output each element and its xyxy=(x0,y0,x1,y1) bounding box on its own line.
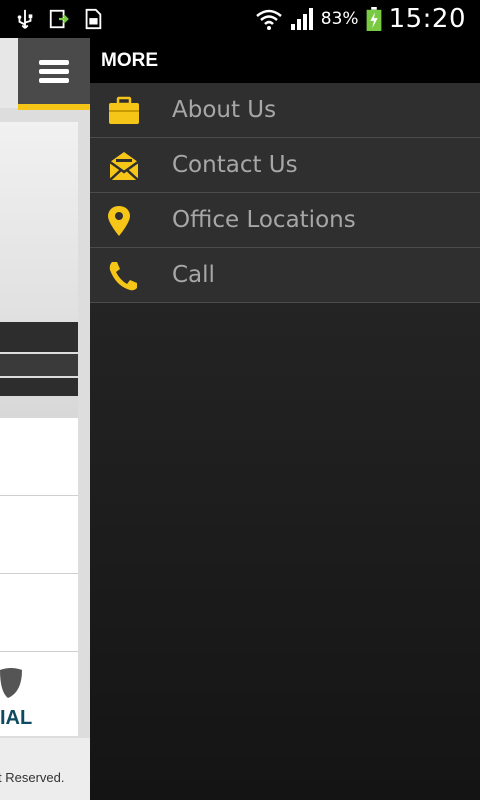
briefcase-icon xyxy=(109,96,139,124)
menu-item-label: Office Locations xyxy=(172,207,356,233)
menu-item-contact-us[interactable]: Contact Us xyxy=(90,138,480,193)
banner-image xyxy=(0,122,78,418)
envelope-icon xyxy=(109,152,139,181)
device-image xyxy=(0,354,78,376)
phone-icon xyxy=(109,262,137,291)
menu-item-about-us[interactable]: About Us xyxy=(90,83,480,138)
device-image xyxy=(0,378,78,396)
location-pin-icon xyxy=(108,206,130,236)
menu-item-label: Call xyxy=(172,262,215,288)
usb-icon xyxy=(17,9,33,29)
status-bar: 83% 15:20 xyxy=(0,0,480,38)
clock: 15:20 xyxy=(388,4,466,34)
sim-icon xyxy=(85,8,102,30)
battery-percent: 83% xyxy=(320,9,359,29)
list-item[interactable] xyxy=(0,496,78,574)
wifi-icon xyxy=(255,9,282,30)
signal-icon xyxy=(290,8,313,30)
background-page: IAL t Reserved. xyxy=(0,38,90,800)
device-image xyxy=(0,322,78,352)
battery-charging-icon xyxy=(366,7,381,31)
mask-icon xyxy=(0,668,22,698)
navigation-drawer: MORE About Us Contact Us Office Location… xyxy=(90,38,480,800)
menu-item-label: Contact Us xyxy=(172,152,298,178)
list-item[interactable] xyxy=(0,574,78,652)
list-item[interactable] xyxy=(0,418,78,496)
footer-text: t Reserved. xyxy=(0,770,65,785)
hamburger-icon xyxy=(39,56,69,87)
status-right-icons: 83% 15:20 xyxy=(255,4,466,34)
download-icon xyxy=(49,9,69,29)
menu-item-call[interactable]: Call xyxy=(90,248,480,303)
footer: t Reserved. xyxy=(0,738,90,800)
menu-toggle-button[interactable] xyxy=(18,38,90,110)
menu-item-label: About Us xyxy=(172,97,277,123)
drawer-title: MORE xyxy=(90,38,480,83)
menu-item-office-locations[interactable]: Office Locations xyxy=(90,193,480,248)
logo-text: IAL xyxy=(0,707,33,729)
partner-logo: IAL xyxy=(0,648,78,738)
status-left-icons xyxy=(14,6,104,32)
